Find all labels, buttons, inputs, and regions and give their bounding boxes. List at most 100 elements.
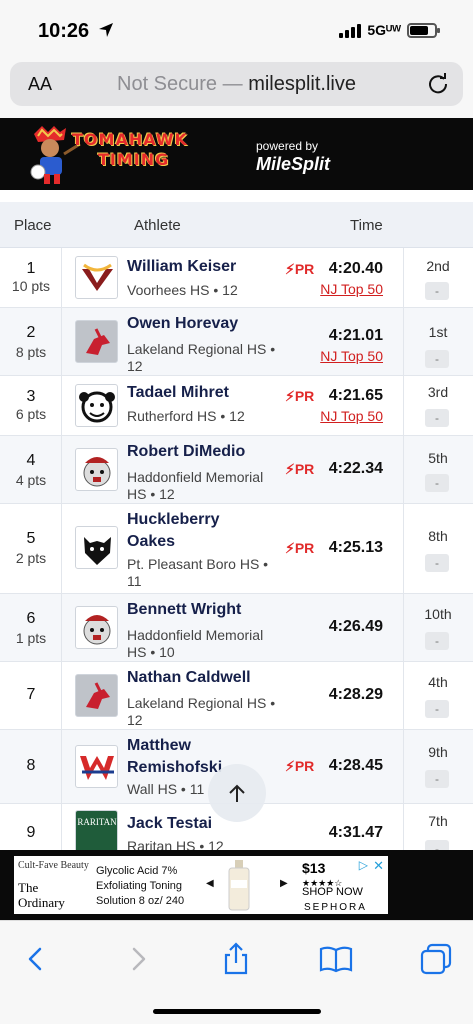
- athlete-name[interactable]: Owen Horevay: [127, 313, 287, 335]
- school-logo-lakeland: [75, 320, 118, 363]
- place-points: 8 pts: [15, 344, 47, 360]
- top-50-link[interactable]: NJ Top 50: [320, 348, 383, 364]
- finish-time: 4:21.01: [328, 327, 383, 344]
- athlete-name[interactable]: Bennett Wright: [127, 599, 287, 621]
- rank-change: -: [425, 474, 449, 492]
- athlete-name[interactable]: Nathan Caldwell: [127, 667, 287, 689]
- share-icon[interactable]: [218, 941, 254, 977]
- place-points: 6 pts: [15, 406, 47, 422]
- tabs-icon[interactable]: [418, 941, 454, 977]
- table-row[interactable]: 4 4 pts Robert DiMedio Haddonfield Memor…: [0, 436, 473, 504]
- athlete-name[interactable]: Tadael Mihret: [127, 382, 287, 404]
- athlete-school: Pt. Pleasant Boro HS • 11: [127, 556, 269, 589]
- forward-icon[interactable]: [120, 941, 156, 977]
- place-number: 5: [26, 530, 36, 547]
- url-display[interactable]: Not Secure — milesplit.live: [10, 73, 463, 96]
- address-bar[interactable]: AA Not Secure — milesplit.live: [10, 62, 463, 106]
- pr-label: PR: [294, 261, 315, 277]
- ad-shop-now[interactable]: SHOP NOW: [302, 886, 363, 898]
- bolt-icon: ⚡︎: [285, 758, 295, 774]
- place-number: 6: [26, 610, 36, 627]
- pr-badge: ⚡︎PR: [285, 461, 314, 478]
- athlete-name[interactable]: Huckleberry Oakes: [127, 509, 247, 553]
- url-separator: —: [217, 73, 249, 95]
- pr-label: PR: [294, 758, 315, 774]
- rank-change: -: [425, 554, 449, 572]
- ad-product-text: Glycolic Acid 7% Exfoliating Toning Solu…: [96, 865, 185, 907]
- athlete-school: Haddonfield Memorial HS • 10: [127, 627, 264, 660]
- athlete-name[interactable]: Robert DiMedio: [127, 441, 287, 463]
- browser-address-area: AA Not Secure — milesplit.live: [0, 60, 473, 118]
- rank-change: -: [425, 409, 449, 427]
- seed-rank: 1st: [428, 324, 448, 340]
- table-row[interactable]: 3 6 pts Tadael Mihret Rutherford HS • 12…: [0, 376, 473, 436]
- header-athlete[interactable]: Athlete: [134, 217, 181, 234]
- place-number: 1: [26, 260, 36, 277]
- back-icon[interactable]: [18, 941, 54, 977]
- table-row[interactable]: 1 10 pts William Keiser Voorhees HS • 12…: [0, 248, 473, 308]
- rank-change: -: [425, 700, 449, 718]
- place-cell: 3 6 pts: [0, 376, 62, 435]
- reload-icon[interactable]: [427, 73, 449, 95]
- adchoices-icon[interactable]: ▷: [359, 858, 368, 872]
- school-logo-raritan: RARITAN: [75, 810, 118, 851]
- athlete-school: Rutherford HS • 12: [127, 408, 245, 424]
- pr-badge: ⚡︎PR: [285, 261, 314, 278]
- athlete-name[interactable]: William Keiser: [127, 256, 287, 278]
- top-50-link[interactable]: NJ Top 50: [320, 281, 383, 297]
- place-points: 1 pts: [15, 630, 47, 646]
- athlete-school: Lakeland Regional HS • 12: [127, 695, 276, 728]
- place-number: 4: [26, 452, 36, 469]
- finish-time: 4:20.40: [328, 260, 383, 277]
- school-logo-lakeland: [75, 674, 118, 717]
- table-row[interactable]: 2 8 pts Owen Horevay Lakeland Regional H…: [0, 308, 473, 376]
- rank-change: -: [425, 770, 449, 788]
- place-cell: 2 8 pts: [0, 308, 62, 375]
- school-logo-rutherford: [75, 384, 118, 427]
- table-row[interactable]: 5 2 pts Huckleberry Oakes Pt. Pleasant B…: [0, 504, 473, 594]
- finish-time: 4:22.34: [328, 460, 383, 477]
- table-row[interactable]: 7 Nathan Caldwell Lakeland Regional HS •…: [0, 662, 473, 730]
- home-indicator[interactable]: [153, 1009, 321, 1014]
- pr-label: PR: [294, 461, 315, 477]
- ad-close-icon[interactable]: ✕: [373, 858, 384, 874]
- site-banner[interactable]: TOMAHAWK TIMING powered by MileSplit: [0, 118, 473, 190]
- place-points: 2 pts: [15, 550, 47, 566]
- place-points: 4 pts: [15, 472, 47, 488]
- top-50-link[interactable]: NJ Top 50: [320, 408, 383, 424]
- battery-icon: [407, 22, 440, 38]
- seed-rank: 3rd: [427, 384, 449, 400]
- ad-next-icon[interactable]: ▶: [280, 878, 288, 889]
- school-logo-haddonfield: [75, 606, 118, 649]
- pr-badge: ⚡︎PR: [285, 540, 314, 557]
- rank-cell: 5th -: [403, 436, 473, 503]
- ad-banner[interactable]: Cult-Fave Beauty The Ordinary Glycolic A…: [0, 850, 473, 920]
- place-points: 10 pts: [11, 278, 51, 294]
- place-cell: 8: [0, 730, 62, 803]
- ad-creative[interactable]: Cult-Fave Beauty The Ordinary Glycolic A…: [14, 856, 388, 914]
- seed-rank: 5th: [428, 450, 448, 466]
- domain-label: milesplit.live: [248, 73, 356, 95]
- rank-cell: 2nd -: [403, 248, 473, 307]
- header-place[interactable]: Place: [14, 217, 52, 234]
- milesplit-logo: MileSplit: [256, 154, 331, 174]
- scroll-to-top-button[interactable]: [208, 764, 266, 822]
- security-label: Not Secure: [117, 73, 218, 95]
- header-time[interactable]: Time: [350, 217, 383, 234]
- bolt-icon: ⚡︎: [285, 461, 295, 477]
- brand-line-2: TIMING: [98, 150, 170, 169]
- rank-cell: 9th -: [403, 730, 473, 803]
- place-number: 7: [26, 686, 36, 703]
- bookmarks-icon[interactable]: [318, 941, 354, 977]
- ad-prev-icon[interactable]: ◀: [206, 878, 214, 889]
- place-cell: 4 4 pts: [0, 436, 62, 503]
- finish-time: 4:28.29: [328, 686, 383, 703]
- rank-cell: 1st -: [403, 308, 473, 375]
- athlete-school: Voorhees HS • 12: [127, 282, 238, 298]
- bolt-icon: ⚡︎: [285, 261, 295, 277]
- ad-price: $13: [302, 860, 326, 876]
- pr-label: PR: [294, 540, 315, 556]
- place-number: 2: [26, 324, 36, 341]
- ad-retailer: SEPHORA: [304, 902, 367, 913]
- table-row[interactable]: 6 1 pts Bennett Wright Haddonfield Memor…: [0, 594, 473, 662]
